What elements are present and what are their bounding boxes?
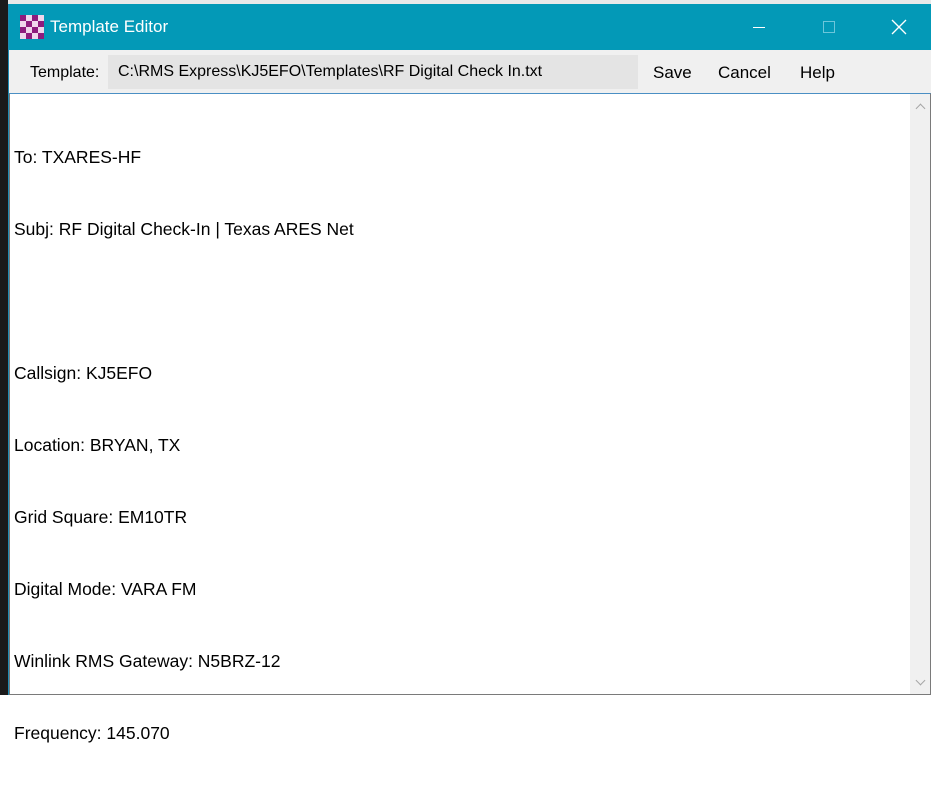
vertical-scrollbar[interactable] xyxy=(910,94,930,694)
editor-content[interactable]: To: TXARES-HF Subj: RF Digital Check-In … xyxy=(14,97,894,793)
minimize-button[interactable] xyxy=(731,4,787,50)
help-button[interactable]: Help xyxy=(800,63,835,83)
minimize-icon xyxy=(753,26,765,28)
editor-line-gateway: Winlink RMS Gateway: N5BRZ-12 xyxy=(14,651,281,671)
template-editor-window: Template Editor Template: C:\RMS Express… xyxy=(8,4,931,743)
chevron-down-icon xyxy=(915,675,925,685)
toolbar: Template: C:\RMS Express\KJ5EFO\Template… xyxy=(9,50,931,93)
template-label: Template: xyxy=(30,64,100,81)
checkerboard-icon[interactable] xyxy=(20,15,44,39)
template-text-editor[interactable]: To: TXARES-HF Subj: RF Digital Check-In … xyxy=(9,93,931,743)
window-title: Template Editor xyxy=(50,17,169,36)
template-path-field: C:\RMS Express\KJ5EFO\Templates\RF Digit… xyxy=(108,55,638,89)
save-button[interactable]: Save xyxy=(653,63,692,83)
background-window-strip xyxy=(0,0,8,695)
title-bar[interactable]: Template Editor xyxy=(9,4,931,50)
editor-line-grid-square: Grid Square: EM10TR xyxy=(14,507,188,527)
scroll-down-button[interactable] xyxy=(910,672,930,692)
editor-line-digital-mode: Digital Mode: VARA FM xyxy=(14,579,197,599)
maximize-button[interactable] xyxy=(801,4,857,50)
editor-line-to: To: TXARES-HF xyxy=(14,147,142,167)
editor-line-frequency: Frequency: 145.070 xyxy=(14,723,170,743)
editor-line-blank xyxy=(14,289,894,313)
cancel-button[interactable]: Cancel xyxy=(718,63,771,83)
scroll-up-button[interactable] xyxy=(910,96,930,116)
editor-line-location: Location: BRYAN, TX xyxy=(14,435,181,455)
chevron-up-icon xyxy=(915,103,925,113)
editor-line-callsign: Callsign: KJ5EFO xyxy=(14,363,153,383)
close-button[interactable] xyxy=(871,4,927,50)
editor-line-subject: Subj: RF Digital Check-In | Texas ARES N… xyxy=(14,219,354,239)
close-icon xyxy=(891,19,907,35)
maximize-icon xyxy=(823,21,835,33)
